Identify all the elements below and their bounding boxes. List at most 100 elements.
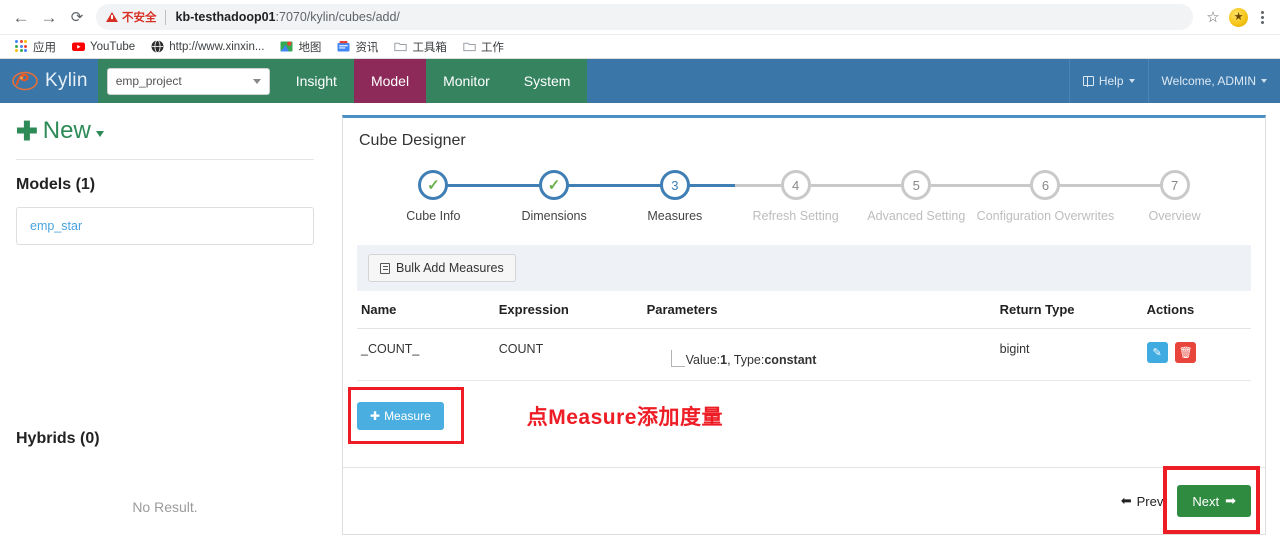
reload-icon[interactable]: ⟳ (64, 4, 90, 30)
sidebar: ✚ New Models (1) emp_star Hybrids (0) No… (0, 103, 330, 540)
wizard-step-cube-info[interactable]: ✓ Cube Info (373, 170, 555, 223)
kylin-logo-icon (12, 69, 38, 93)
add-measure-label: Measure (384, 409, 431, 423)
brand-block[interactable]: Kylin (0, 59, 98, 103)
news-icon (337, 40, 350, 53)
user-menu[interactable]: Welcome, ADMIN (1147, 59, 1280, 103)
wizard-step-advanced-setting[interactable]: 5 Advanced Setting (856, 170, 1038, 223)
param-type-label: , Type: (727, 352, 765, 367)
bulk-add-measures-button[interactable]: Bulk Add Measures (368, 254, 516, 282)
parameter-text: Value:1, Type:constant (685, 352, 817, 368)
wizard-step-label: Advanced Setting (867, 209, 966, 223)
bookmark-star-icon[interactable]: ☆ (1201, 5, 1225, 29)
bookmark-youtube[interactable]: YouTube (65, 38, 142, 55)
wizard-step-circle: ✓ (418, 170, 449, 200)
parameter-entry: Value:1, Type:constant (647, 342, 992, 367)
wizard-step-label: Measures (647, 209, 703, 223)
tree-branch-icon (670, 350, 685, 367)
wizard-step-configuration-overwrites[interactable]: 6 Configuration Overwrites (977, 170, 1184, 223)
wizard-step-measures[interactable]: 3 Measures (614, 170, 796, 223)
chevron-down-icon (95, 131, 104, 137)
back-arrow-icon[interactable]: ← (8, 4, 34, 30)
prev-label: Prev (1136, 493, 1164, 509)
list-item[interactable]: emp_star (16, 207, 314, 245)
next-button[interactable]: Next ➡ (1177, 485, 1251, 517)
next-button-wrap: Next ➡ (1163, 466, 1261, 534)
wizard-step-circle: 4 (780, 170, 811, 200)
nav-item-insight[interactable]: Insight (279, 59, 354, 103)
nav-item-model[interactable]: Model (353, 59, 427, 103)
main-nav: Insight Model Monitor System (278, 59, 588, 103)
param-type-value: constant (764, 352, 817, 367)
help-menu[interactable]: Help (1068, 59, 1148, 103)
page-body: ✚ New Models (1) emp_star Hybrids (0) No… (0, 103, 1280, 540)
bookmark-work[interactable]: 工作 (456, 37, 511, 57)
wizard-step-circle: 3 (659, 170, 690, 200)
models-section-title: Models (1) (16, 176, 96, 193)
param-prefix: Value: (685, 352, 721, 367)
book-icon (1082, 75, 1094, 87)
new-button[interactable]: ✚ New (16, 117, 314, 159)
left-arrow-icon: ⬅ (1120, 493, 1132, 508)
bookmark-toolbox[interactable]: 工具箱 (387, 37, 454, 57)
security-status[interactable]: 不安全 (106, 9, 165, 25)
pencil-icon[interactable]: ✎ (1146, 342, 1168, 363)
page-title: Cube Designer (359, 132, 466, 149)
navbar-right: Help Welcome, ADMIN (1068, 59, 1280, 103)
cube-designer-panel: Cube Designer ✓ Cube Info ✓ Dimensions 3 (342, 115, 1266, 535)
toolbar-right: ☆ ★ (1201, 5, 1272, 29)
bookmark-label: 资讯 (355, 41, 379, 54)
plus-icon: ✚ (370, 409, 381, 423)
url-text: kb-testhadoop01:7070/kylin/cubes/add/ (176, 10, 400, 24)
model-name[interactable]: emp_star (30, 219, 82, 233)
app-navbar: Kylin emp_project Insight Model Monitor … (0, 59, 1280, 103)
nav-item-monitor[interactable]: Monitor (426, 59, 507, 103)
wizard-step-refresh-setting[interactable]: 4 Refresh Setting (735, 170, 917, 223)
wizard-step-circle: 6 (1030, 170, 1061, 200)
panel-footer: ⬅ Prev Next ➡ (343, 466, 1265, 534)
hybrids-section-title: Hybrids (0) (16, 430, 100, 447)
omnibox-divider (164, 9, 166, 25)
bookmark-maps[interactable]: 地图 (273, 37, 328, 57)
brand-label: Kylin (45, 70, 88, 91)
sidebar-divider (16, 159, 314, 160)
bookmark-label: 工作 (480, 41, 504, 54)
bookmark-apps[interactable]: 应用 (8, 37, 63, 57)
column-header-expression: Expression (494, 291, 643, 329)
trash-icon[interactable]: 🗑 (1175, 342, 1197, 363)
globe-icon (151, 40, 164, 53)
add-measure-button[interactable]: ✚ Measure (357, 402, 444, 430)
bookmark-news[interactable]: 资讯 (330, 37, 385, 57)
bookmark-label: 应用 (33, 41, 56, 54)
plus-icon: ✚ (16, 116, 38, 146)
annotation-text: 点Measure添加度量 (526, 406, 723, 429)
address-bar[interactable]: 不安全 kb-testhadoop01:7070/kylin/cubes/add… (96, 4, 1193, 30)
main-content: Cube Designer ✓ Cube Info ✓ Dimensions 3 (330, 103, 1280, 540)
bookmark-label: 地图 (298, 41, 322, 54)
chevron-down-icon (252, 78, 261, 84)
wizard-connector (916, 183, 1038, 187)
bookmark-xinxin[interactable]: http://www.xinxin... (144, 38, 271, 55)
browser-menu-icon[interactable] (1252, 5, 1272, 29)
wizard-step-overview[interactable]: 7 Overview (1114, 170, 1235, 223)
cell-parameters: Value:1, Type:constant (642, 328, 996, 381)
navbar-spacer (587, 59, 1069, 103)
column-header-parameters: Parameters (642, 291, 996, 329)
nav-item-system[interactable]: System (507, 59, 588, 103)
wizard-step-label: Dimensions (521, 209, 587, 223)
extension-icon[interactable]: ★ (1229, 7, 1248, 27)
wizard-step-dimensions[interactable]: ✓ Dimensions (494, 170, 675, 223)
cell-measure-name: _COUNT_ (357, 328, 495, 381)
forward-arrow-icon[interactable]: → (36, 4, 62, 30)
project-select[interactable]: emp_project (106, 67, 270, 95)
warning-triangle-icon (106, 12, 118, 22)
column-header-name: Name (357, 291, 495, 329)
wizard-connector (795, 183, 917, 187)
security-label: 不安全 (122, 12, 157, 24)
maps-icon (280, 40, 293, 53)
bookmarks-bar: 应用 YouTube http://www.xinxin... 地图 资讯 工具… (0, 34, 1280, 58)
project-select-wrap: emp_project (97, 59, 279, 103)
add-measure-row: ✚ Measure 点Measure添加度量 (348, 387, 1251, 444)
prev-button[interactable]: ⬅ Prev (1121, 493, 1164, 509)
help-label: Help (1098, 74, 1124, 88)
